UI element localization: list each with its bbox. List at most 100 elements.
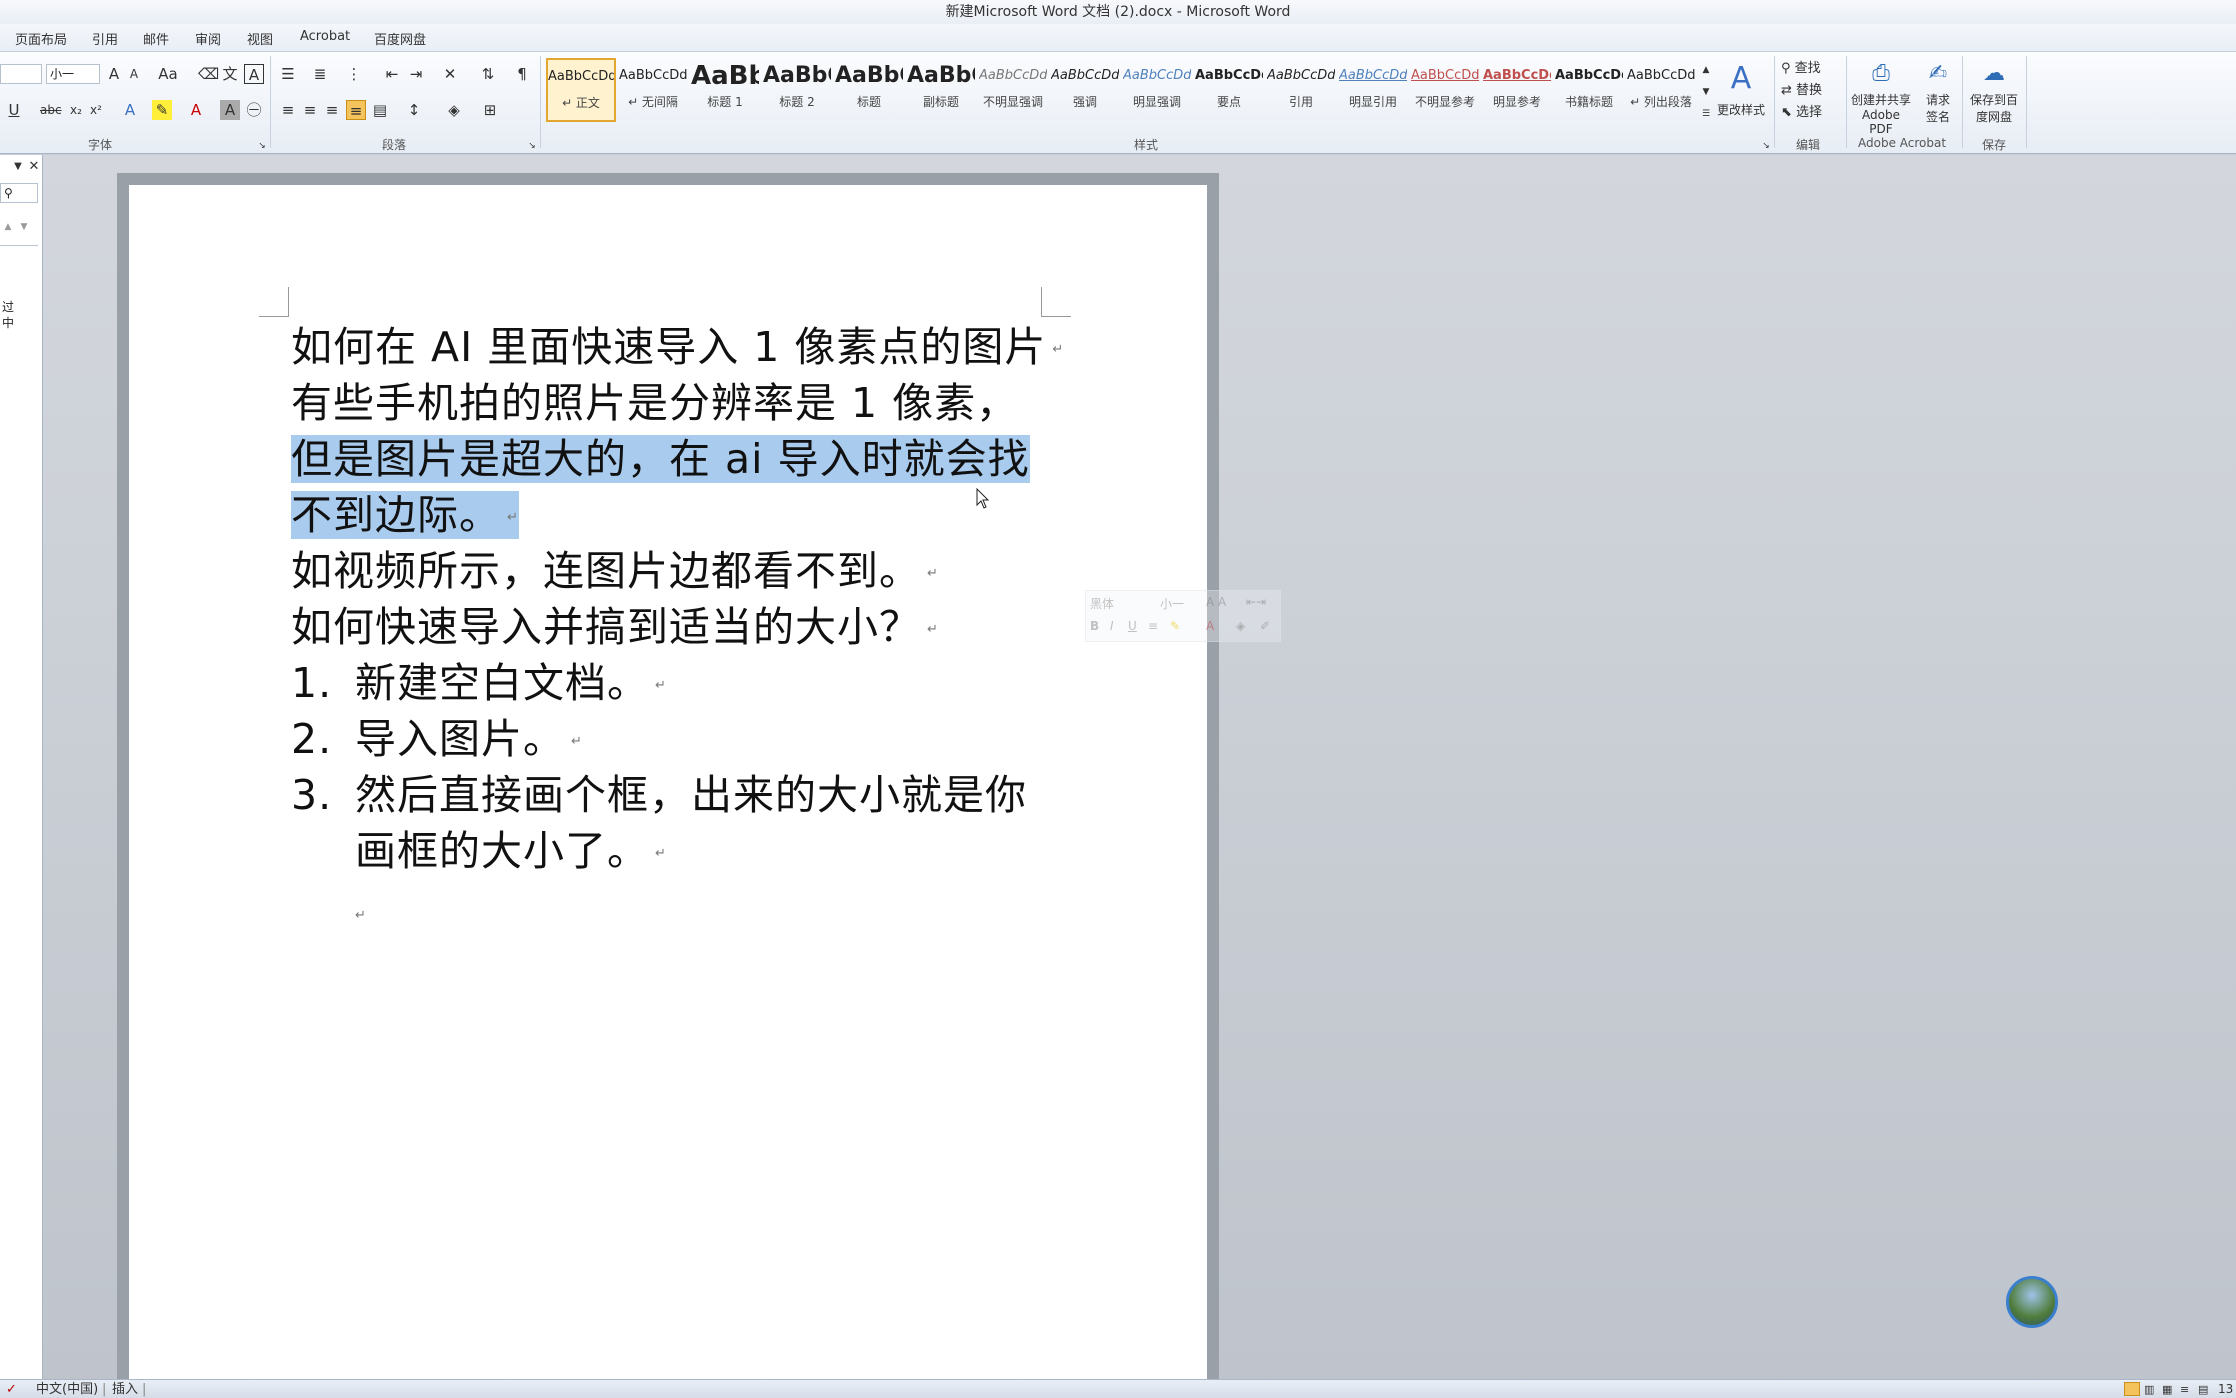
styles-dialog-launcher-icon[interactable]: ↘ xyxy=(1756,136,1776,156)
mini-format-painter-icon[interactable]: ✐ xyxy=(1260,619,1270,633)
style-subtle-reference[interactable]: AaBbCcDd 不明显参考 xyxy=(1410,58,1480,122)
highlight-icon[interactable]: ✎ xyxy=(152,100,172,120)
zoom-level[interactable]: 13 xyxy=(2218,1380,2233,1398)
gallery-down-icon[interactable]: ▼ xyxy=(1696,82,1716,102)
gallery-up-icon[interactable]: ▲ xyxy=(1696,60,1716,80)
sort-icon[interactable]: ⇅ xyxy=(478,64,498,84)
font-name-dropdown[interactable] xyxy=(0,64,42,84)
find-button[interactable]: ⚲ 查找 xyxy=(1780,56,1838,76)
language-indicator[interactable]: 中文(中国) xyxy=(36,1380,98,1398)
mini-font-name[interactable]: 黑体 xyxy=(1090,595,1114,612)
style-subtle-emphasis[interactable]: AaBbCcDd 不明显强调 xyxy=(978,58,1048,122)
underline-icon[interactable]: U xyxy=(4,100,24,120)
tab-view[interactable]: 视图 xyxy=(247,29,273,48)
font-color-icon[interactable]: A xyxy=(186,100,206,120)
justify-icon[interactable]: ≡ xyxy=(346,100,366,120)
outline-view-icon[interactable]: ≡ xyxy=(2180,1380,2189,1398)
request-signature-button[interactable]: ✍ 请求 签名 xyxy=(1918,56,1958,134)
document-page[interactable]: 如何在 AI 里面快速导入 1 像素点的图片 ↵ 有些手机拍的照片是分辨率是 1 … xyxy=(129,185,1207,1385)
mini-styles-icon[interactable]: ◈ xyxy=(1236,619,1245,633)
paragraph-dialog-launcher-icon[interactable]: ↘ xyxy=(522,136,542,156)
doc-line-6[interactable]: 如何快速导入并搞到适当的大小？ ↵ xyxy=(291,599,939,658)
style-list-paragraph[interactable]: AaBbCcDd ↵ 列出段落 xyxy=(1626,58,1696,122)
floating-avatar[interactable] xyxy=(2006,1276,2058,1328)
decrease-indent-icon[interactable]: ⇤ xyxy=(382,64,402,84)
show-marks-icon[interactable]: ¶ xyxy=(512,64,532,84)
numbering-icon[interactable]: ≣ xyxy=(310,64,330,84)
chinese-layout-icon[interactable]: ✕ xyxy=(440,64,460,84)
mini-underline-icon[interactable]: U xyxy=(1128,619,1137,633)
line-spacing-icon[interactable]: ↕ xyxy=(404,100,424,120)
spelling-icon[interactable]: ✓ xyxy=(6,1380,17,1398)
empty-paragraph[interactable]: ↵ xyxy=(355,885,367,944)
font-size-dropdown[interactable]: 小一 xyxy=(46,64,100,84)
tab-mailings[interactable]: 邮件 xyxy=(143,29,169,48)
web-layout-view-icon[interactable]: ▦ xyxy=(2162,1380,2172,1398)
list-item[interactable]: 3. 然后直接画个框，出来的大小就是你 xyxy=(291,767,1027,823)
style-book-title[interactable]: AaBbCcDd 书籍标题 xyxy=(1554,58,1624,122)
full-screen-view-icon[interactable]: ▥ xyxy=(2144,1380,2154,1398)
change-styles-button[interactable]: A 更改样式 xyxy=(1714,56,1768,130)
insert-mode-indicator[interactable]: 插入 xyxy=(112,1380,138,1398)
distributed-icon[interactable]: ▤ xyxy=(370,100,390,120)
align-center-icon[interactable]: ≡ xyxy=(300,100,320,120)
strikethrough-icon[interactable]: abc xyxy=(40,100,62,120)
mini-font-size[interactable]: 小一 xyxy=(1160,595,1184,612)
style-no-spacing[interactable]: AaBbCcDd ↵ 无间隔 xyxy=(618,58,688,122)
multilevel-list-icon[interactable]: ⋮ xyxy=(344,64,364,84)
character-border-icon[interactable]: A xyxy=(244,64,264,84)
style-heading-2[interactable]: AaBbC 标题 2 xyxy=(762,58,832,122)
down-arrow-icon[interactable]: ▼ xyxy=(14,217,34,237)
align-right-icon[interactable]: ≡ xyxy=(322,100,342,120)
close-icon[interactable]: ✕ xyxy=(24,157,44,177)
tab-acrobat[interactable]: Acrobat xyxy=(300,29,350,44)
subscript-icon[interactable]: x₂ xyxy=(66,100,86,120)
nav-search-input[interactable]: ⚲ xyxy=(0,183,38,203)
style-intense-emphasis[interactable]: AaBbCcDd 明显强调 xyxy=(1122,58,1192,122)
replace-button[interactable]: ⇄ 替换 xyxy=(1780,78,1838,98)
tab-review[interactable]: 审阅 xyxy=(195,29,221,48)
style-normal[interactable]: AaBbCcDd ↵ 正文 xyxy=(546,58,616,122)
superscript-icon[interactable]: x² xyxy=(86,100,106,120)
mini-font-color-icon[interactable]: A xyxy=(1206,619,1214,633)
style-strong[interactable]: AaBbCcDd 要点 xyxy=(1194,58,1264,122)
grow-font-icon[interactable]: A xyxy=(104,64,124,84)
print-layout-view-icon[interactable] xyxy=(2124,1382,2140,1396)
mini-indent-icon[interactable]: ⇤⇥ xyxy=(1246,595,1266,609)
mini-italic-icon[interactable]: I xyxy=(1110,619,1114,633)
doc-line-3-selected[interactable]: 但是图片是超大的，在 ai 导入时就会找 xyxy=(291,431,1030,487)
increase-indent-icon[interactable]: ⇥ xyxy=(406,64,426,84)
mini-bold-icon[interactable]: B xyxy=(1090,619,1099,633)
style-heading-1[interactable]: AaBb 标题 1 xyxy=(690,58,760,122)
shrink-font-icon[interactable]: A xyxy=(124,64,144,84)
borders-icon[interactable]: ⊞ xyxy=(480,100,500,120)
list-item[interactable]: 2. 导入图片。 ↵ xyxy=(291,711,583,770)
style-emphasis[interactable]: AaBbCcDd 强调 xyxy=(1050,58,1120,122)
style-quote[interactable]: AaBbCcDd 引用 xyxy=(1266,58,1336,122)
mini-align-icon[interactable]: ≡ xyxy=(1148,619,1158,633)
enclose-characters-icon[interactable]: ㊀ xyxy=(244,100,264,120)
shading-icon[interactable]: ◈ xyxy=(444,100,464,120)
doc-line-5[interactable]: 如视频所示，连图片边都看不到。 ↵ xyxy=(291,543,939,602)
create-pdf-button[interactable]: ⎙ 创建并共享 Adobe PDF xyxy=(1848,56,1914,136)
character-shading-icon[interactable]: A xyxy=(220,100,240,120)
mini-toolbar[interactable]: 黑体 小一 A A ⇤⇥ B I U ≡ ✎ A ◈ ✐ xyxy=(1085,590,1281,642)
list-item-continuation[interactable]: 画框的大小了。 ↵ xyxy=(355,823,667,882)
mini-highlight-icon[interactable]: ✎ xyxy=(1170,619,1180,633)
select-button[interactable]: ⬉ 选择 xyxy=(1780,100,1838,120)
tab-baidu-netdisk[interactable]: 百度网盘 xyxy=(374,29,426,48)
style-subtitle[interactable]: AaBbC 副标题 xyxy=(906,58,976,122)
draft-view-icon[interactable]: ▤ xyxy=(2198,1380,2208,1398)
change-case-icon[interactable]: Aa xyxy=(158,64,178,84)
style-title[interactable]: AaBbC 标题 xyxy=(834,58,904,122)
doc-line-title[interactable]: 如何在 AI 里面快速导入 1 像素点的图片 ↵ xyxy=(291,319,1064,378)
list-item[interactable]: 1. 新建空白文档。 ↵ xyxy=(291,655,667,714)
clear-format-icon[interactable]: ⌫ xyxy=(198,64,219,84)
style-intense-quote[interactable]: AaBbCcDd 明显引用 xyxy=(1338,58,1408,122)
doc-line-2[interactable]: 有些手机拍的照片是分辨率是 1 像素， xyxy=(291,375,1018,431)
style-intense-reference[interactable]: AaBbCcDd 明显参考 xyxy=(1482,58,1552,122)
align-left-icon[interactable]: ≡ xyxy=(278,100,298,120)
gallery-more-icon[interactable]: ☰ xyxy=(1696,104,1716,124)
bullets-icon[interactable]: ☰ xyxy=(278,64,298,84)
tab-references[interactable]: 引用 xyxy=(92,29,118,48)
